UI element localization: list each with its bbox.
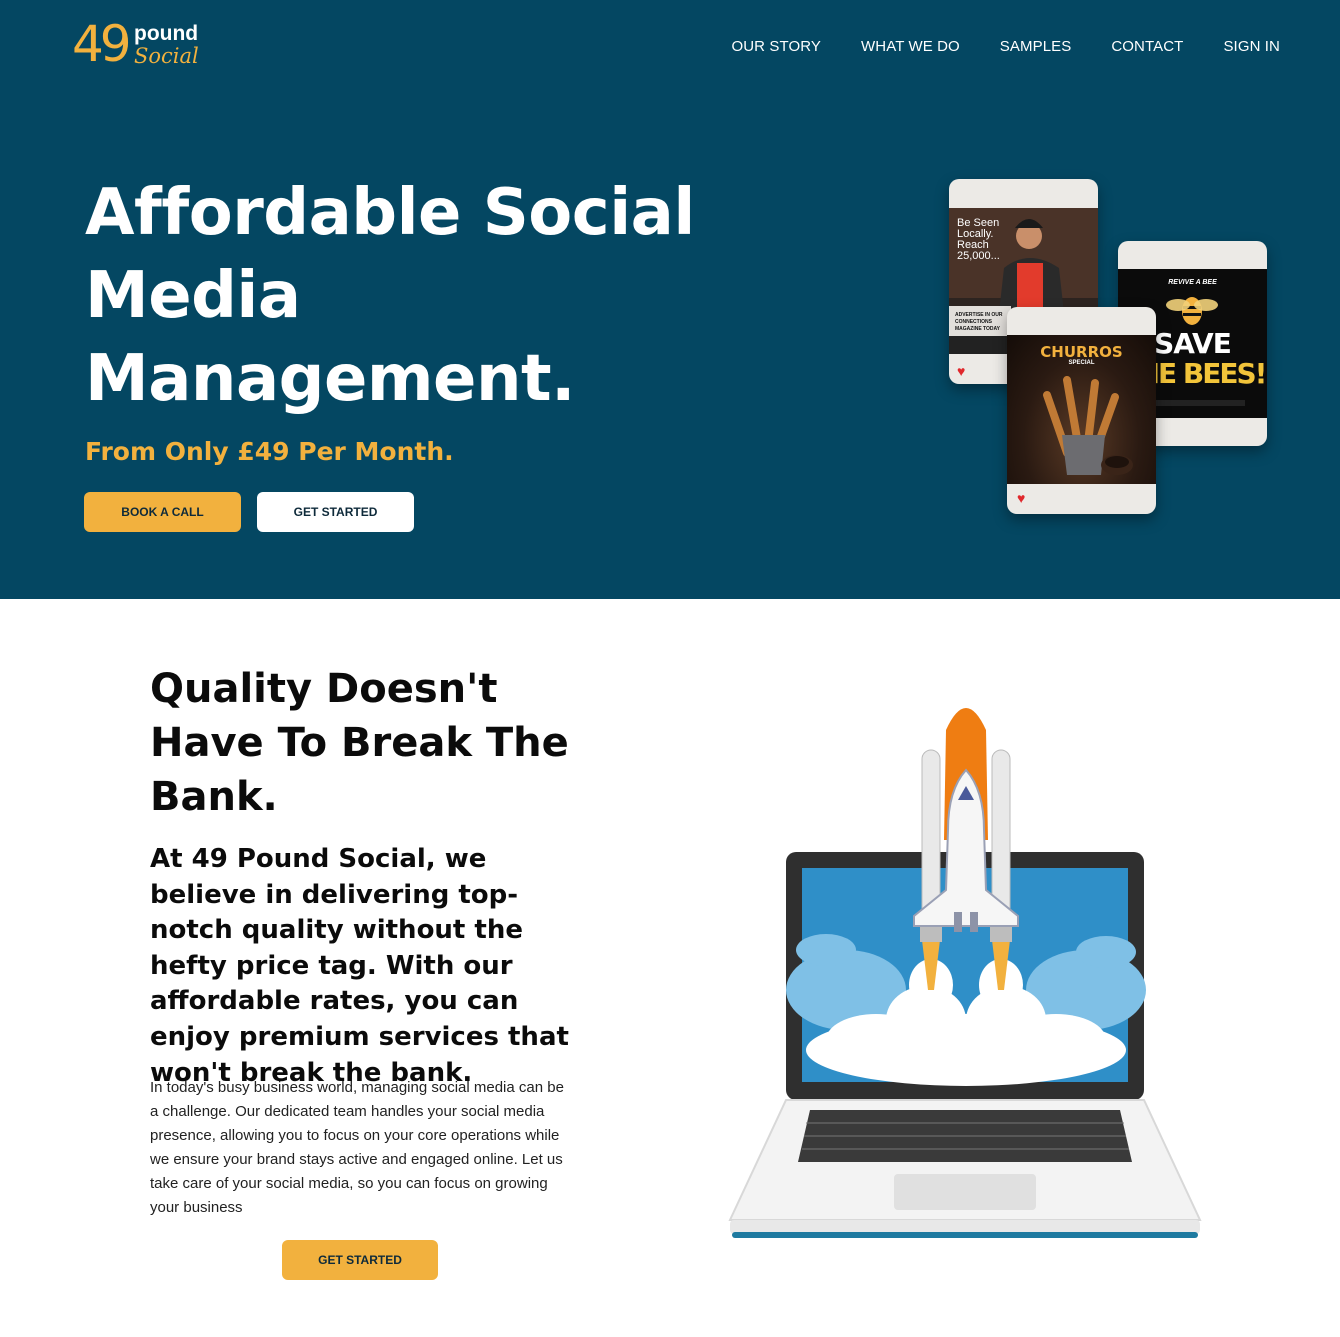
quality-lead: At 49 Pound Social, we believe in delive… (150, 844, 569, 1088)
hero-section: 49 pound Social OUR STORY WHAT WE DO SAM… (0, 0, 1340, 599)
main-nav: OUR STORY WHAT WE DO SAMPLES CONTACT SIG… (731, 38, 1280, 56)
logo-word-social: Social (134, 44, 199, 68)
get-started-button-secondary[interactable]: GET STARTED (282, 1240, 438, 1280)
hero-subtitle: From Only £49 Per Month. (85, 437, 454, 466)
nav-item-what-we-do[interactable]: WHAT WE DO (861, 38, 960, 56)
heart-icon[interactable]: ♥ (957, 364, 965, 378)
nav-item-samples[interactable]: SAMPLES (1000, 38, 1072, 56)
heart-icon[interactable]: ♥ (1017, 491, 1025, 505)
bees-post-kicker: REVIVE A BEE (1168, 279, 1217, 286)
chef-post-line-4: 25,000... (957, 250, 1000, 262)
hero-title: Affordable Social Media Management. (85, 176, 695, 416)
quality-body: In today's busy business world, managing… (150, 1079, 564, 1216)
nav-item-sign-in[interactable]: SIGN IN (1223, 38, 1280, 56)
nav-item-contact[interactable]: CONTACT (1111, 38, 1183, 56)
quality-title: Quality Doesn't Have To Break The Bank. (150, 666, 569, 820)
book-call-button[interactable]: BOOK A CALL (84, 492, 241, 532)
churros-post-card: CHURROS SPECIAL ♥ (1007, 307, 1156, 514)
churros-illustration (1043, 376, 1133, 475)
quality-section: Quality Doesn't Have To Break The Bank. … (0, 599, 1340, 1337)
get-started-button[interactable]: GET STARTED (257, 492, 414, 532)
nav-item-our-story[interactable]: OUR STORY (731, 38, 821, 56)
rocket-laptop-illustration (728, 708, 1202, 1238)
brand-logo[interactable]: 49 pound Social (72, 16, 202, 74)
churros-post-image: CHURROS SPECIAL (1007, 335, 1156, 484)
chef-post-footer: ADVERTISE IN OUR CONNECTIONS MAGAZINE TO… (955, 312, 1003, 332)
logo-number: 49 (72, 15, 132, 73)
logo-word-pound: pound (134, 22, 199, 45)
social-post-mockups: Be Seen Locally. Reach 25,000... ADVERTI… (940, 170, 1280, 530)
